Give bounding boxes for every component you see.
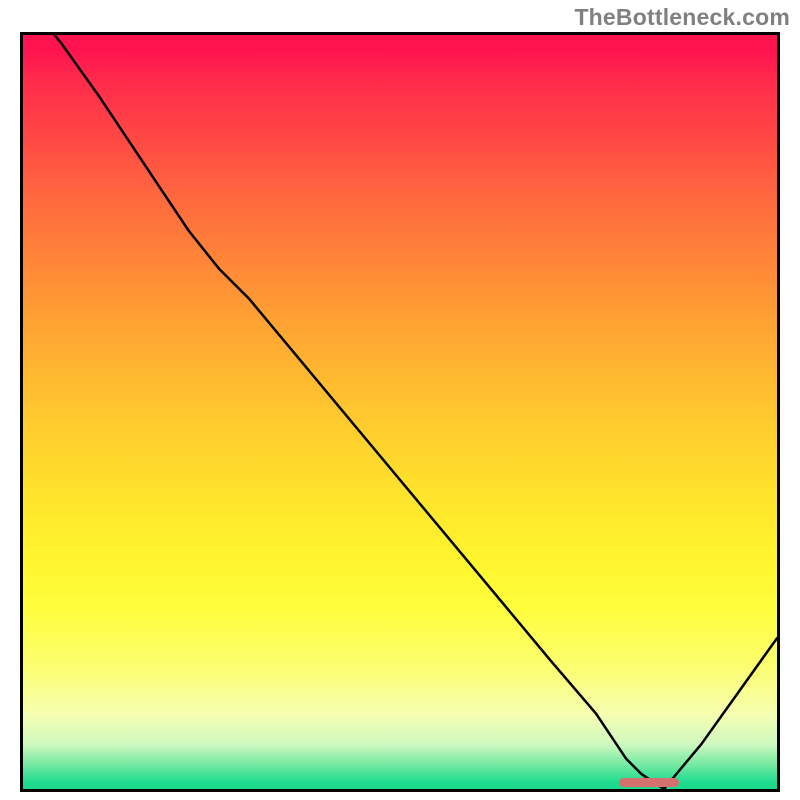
chart-line-svg	[23, 35, 777, 789]
bottleneck-curve-path	[23, 35, 777, 789]
watermark-text: TheBottleneck.com	[574, 4, 790, 31]
chart-plot-area	[23, 35, 777, 789]
chart-frame	[20, 32, 780, 792]
highlight-range-marker	[619, 778, 679, 787]
